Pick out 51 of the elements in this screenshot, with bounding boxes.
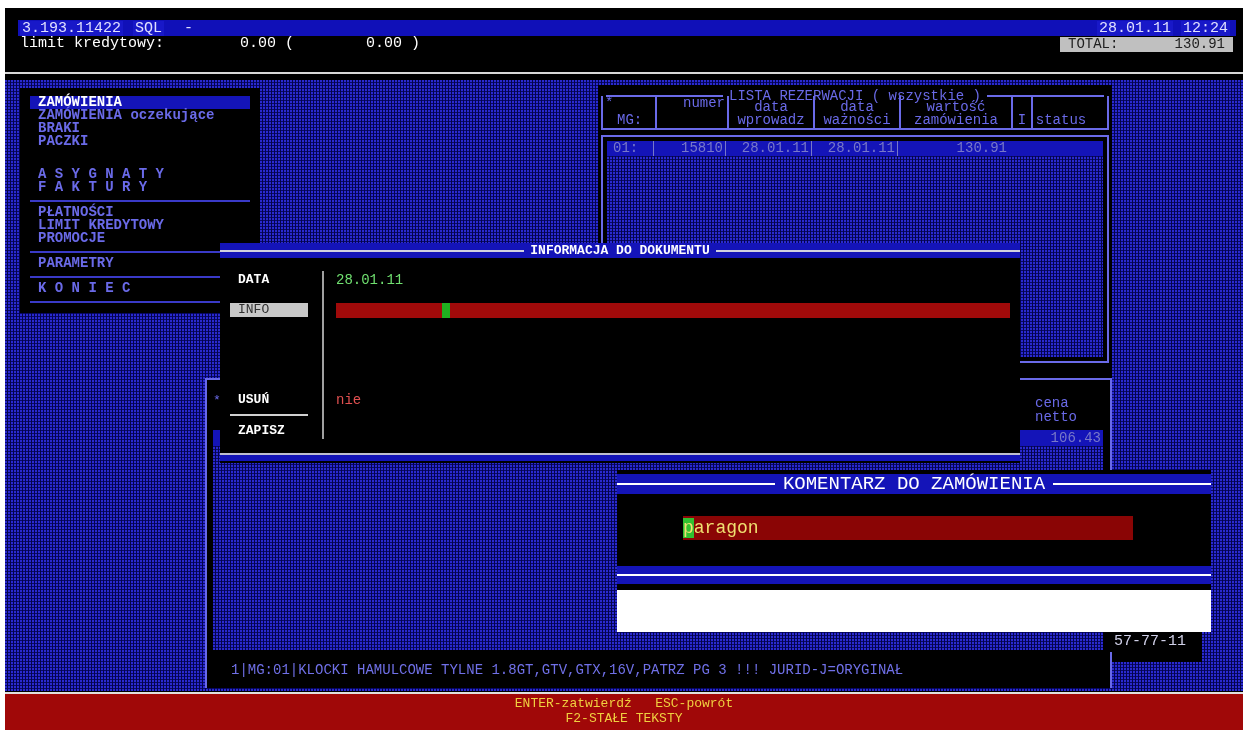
column-heading: cena (1035, 396, 1070, 410)
column-heading: ważności (822, 114, 892, 127)
dialog-title: KOMENTARZ DO ZAMÓWIENIA (781, 474, 1047, 494)
version-text: 3.193.11422 (20, 20, 124, 36)
table-cell: 130.91 (897, 141, 1009, 156)
column-heading: MG: (616, 114, 644, 127)
table-row[interactable]: 01: 15810 28.01.11 28.01.11 130.91 (607, 141, 1103, 156)
table-cell: 106.43 (1050, 430, 1101, 446)
separator-text: - (183, 20, 195, 36)
total-value: 130.91 (1174, 37, 1225, 52)
credit-value: 0.00 ( (240, 36, 294, 51)
save-button[interactable]: ZAPISZ (230, 424, 293, 438)
menu-item[interactable]: PARAMETRY (30, 257, 122, 270)
description-text: 1|MG:01|KLOCKI HAMULCOWE TYLNE 1.8GT,GTV,GTX,16V,PATRZ PG 3 !!! JURID-J=ORYGINAŁ (231, 663, 904, 677)
text-cursor (442, 303, 450, 318)
time-text: 12:24 (1181, 20, 1230, 36)
column-heading: I (1016, 114, 1028, 127)
date-text: 28.01.11 (1096, 20, 1173, 36)
date-value: 28.01.11 (336, 273, 404, 287)
menu-item[interactable]: PROMOCJE (30, 232, 114, 245)
field-label[interactable]: DATA (230, 273, 308, 287)
menu-item[interactable]: PACZKI (30, 135, 97, 148)
menu-item[interactable]: K O N I E C (30, 282, 139, 295)
flag-value: nie (336, 393, 362, 407)
help-text: ENTER-zatwierdź ESC-powrót (514, 696, 734, 711)
column-heading: data (840, 101, 874, 114)
menu-item[interactable]: LIMIT KREDYTOWY (30, 219, 173, 232)
column-heading: zamówienia (913, 114, 999, 127)
table-cell: 28.01.11 (725, 141, 811, 156)
column-heading: wprowadz (736, 114, 806, 127)
table-cell: 28.01.11 (811, 141, 897, 156)
column-heading: numer (682, 97, 726, 110)
table-cell-text: 01: (612, 141, 640, 156)
credit-value: 0.00 ) (366, 36, 420, 51)
table-cell: 15810 (653, 141, 725, 156)
column-heading: status (1034, 114, 1088, 127)
menu-item[interactable]: BRAKI (30, 122, 88, 135)
credit-label: limit kredytowy: (20, 36, 165, 51)
info-input-field[interactable] (336, 303, 1010, 318)
field-label[interactable]: INFO (230, 303, 308, 317)
column-heading: wartość (926, 101, 986, 114)
menu-item[interactable]: A S Y G N A T Y (30, 168, 173, 181)
mode-text: SQL (133, 20, 165, 36)
code-text: 57-77-11 (1114, 634, 1186, 649)
help-text: F2-STAŁE TEKSTY (565, 711, 683, 726)
menu-item[interactable]: F A K T U R Y (30, 181, 156, 194)
column-heading: netto (1035, 410, 1077, 424)
column-heading: data (754, 101, 788, 114)
field-label[interactable]: USUŃ (230, 393, 308, 407)
marker-text: * (213, 394, 221, 407)
total-label: TOTAL: (1068, 37, 1119, 52)
